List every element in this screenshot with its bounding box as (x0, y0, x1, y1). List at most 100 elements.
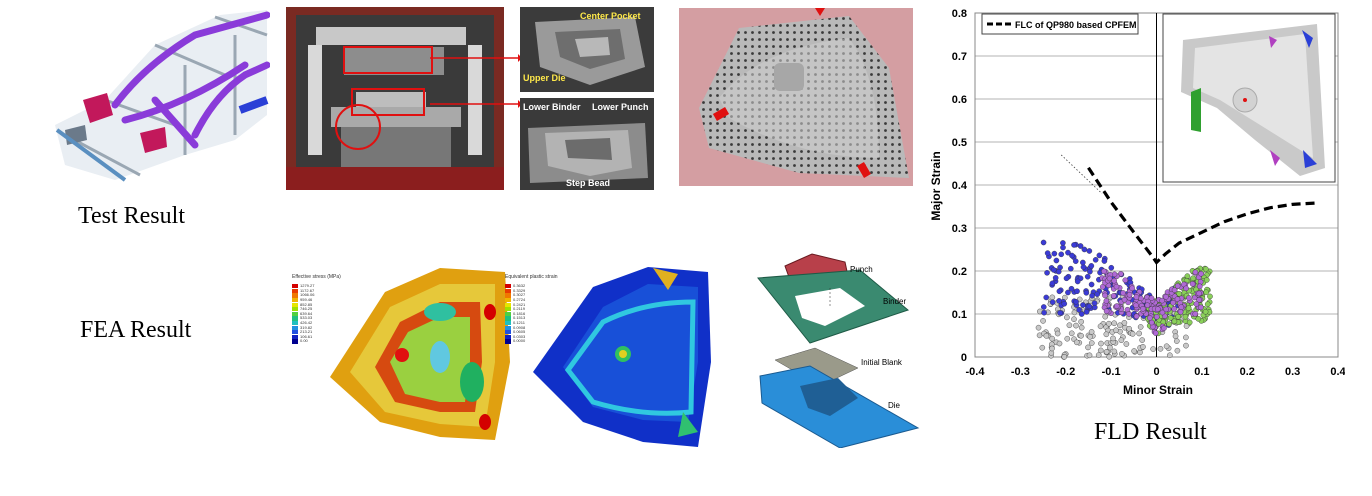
scatter-point (1074, 278, 1081, 285)
scatter-point (1157, 345, 1164, 352)
scatter-point (1129, 285, 1135, 292)
label-die: Die (888, 401, 901, 410)
scatter-point (1192, 269, 1199, 276)
scatter-point (1068, 330, 1075, 337)
scatter-point (1053, 257, 1060, 264)
scatter-point (1103, 349, 1110, 355)
scatter-point (1063, 275, 1070, 282)
scatter-point (1076, 306, 1082, 313)
y-tick-label: 0.1 (952, 309, 967, 321)
scatter-point (1088, 340, 1095, 346)
scatter-point (1198, 270, 1204, 277)
scatter-point (1110, 293, 1117, 299)
scatter-point (1167, 352, 1173, 359)
scatter-point (1091, 300, 1098, 306)
scatter-point (1140, 344, 1146, 350)
scatter-point (1096, 252, 1103, 259)
scatter-point (1078, 318, 1084, 325)
scatter-point (1203, 289, 1210, 296)
scatter-point (1040, 318, 1046, 324)
label-step-bead: Step Bead (566, 178, 611, 188)
scatter-point (1129, 331, 1136, 337)
scatter-point (1051, 250, 1058, 257)
scatter-point (1064, 314, 1070, 321)
scatter-point (1113, 327, 1119, 334)
scatter-point (1040, 239, 1047, 246)
scatter-point (1095, 352, 1102, 358)
scatter-point (1174, 347, 1181, 354)
scatter-point (1170, 299, 1176, 306)
scatter-point (1040, 304, 1047, 310)
strain-contour-panel: Equivalent plastic strain 0.3632 0.3329 0.… (503, 262, 718, 452)
scatter-point (1050, 267, 1057, 273)
scatter-point (1203, 277, 1210, 283)
scatter-point (1133, 302, 1139, 309)
scatter-point (1103, 298, 1110, 304)
label-initial-blank: Initial Blank (861, 358, 902, 367)
x-tick-label: -0.3 (1011, 366, 1030, 378)
scatter-point (1056, 340, 1063, 347)
scatter-point (1121, 296, 1128, 303)
scatter-point (1102, 292, 1108, 299)
scatter-point (1106, 320, 1112, 327)
scatter-point (1137, 324, 1144, 330)
scatter-point (1122, 277, 1129, 283)
scatter-point (1035, 324, 1042, 331)
scatter-point (1065, 249, 1071, 256)
scatter-point (1123, 341, 1130, 347)
scatter-point (1190, 275, 1196, 282)
scatter-point (1144, 302, 1151, 309)
scatter-point (1131, 348, 1137, 354)
scatter-point (1056, 298, 1062, 304)
x-tick-label: 0.3 (1285, 366, 1300, 378)
tooling-exploded-view: Punch Binder Initial Blank Die (740, 248, 920, 448)
scatter-point (1140, 306, 1146, 312)
scatter-point (1056, 288, 1063, 295)
scatter-point (1094, 291, 1101, 297)
scatter-point (1171, 306, 1177, 312)
x-tick-label: -0.1 (1102, 366, 1121, 378)
y-tick-label: 0.2 (952, 266, 967, 278)
scatter-point (1204, 301, 1211, 307)
scatter-point (1126, 291, 1133, 298)
scatter-point (1107, 344, 1113, 351)
scatter-point (1150, 346, 1156, 352)
scatter-point (1060, 240, 1066, 246)
scatter-point (1044, 269, 1050, 276)
scatter-point (1088, 329, 1095, 335)
scatter-point (1182, 313, 1189, 320)
scatter-point (1159, 309, 1166, 316)
scatter-point (1113, 283, 1120, 290)
upper-die-photo: Center Pocket Upper Die (520, 7, 654, 92)
connector-arrows (430, 54, 522, 108)
scatter-point (1139, 337, 1145, 343)
scatter-point (1074, 288, 1080, 295)
y-tick-label: 0 (961, 352, 967, 364)
scatter-point (1175, 313, 1181, 320)
scatter-point (1103, 331, 1110, 338)
scatter-point (1155, 306, 1161, 312)
scatter-point (1186, 319, 1193, 326)
scatter-point (1049, 299, 1056, 305)
scatter-point (1067, 265, 1074, 272)
scatter-point (1097, 323, 1104, 330)
scatter-point (1126, 311, 1132, 317)
scatter-point (1071, 309, 1078, 316)
scatter-point (1111, 277, 1118, 284)
scatter-point (1044, 250, 1051, 256)
scatter-point (1080, 264, 1087, 270)
x-axis-label: Minor Strain (1123, 383, 1193, 397)
label-center-pocket: Center Pocket (580, 11, 641, 21)
scatter-point (1055, 268, 1062, 275)
scatter-point (1192, 311, 1199, 317)
scatter-point (1177, 309, 1184, 315)
scatter-point (1083, 309, 1090, 315)
scatter-point (1133, 294, 1140, 300)
y-tick-label: 0.3 (952, 223, 967, 235)
scatter-point (1196, 283, 1203, 290)
scatter-point (1196, 290, 1202, 297)
fld-chart: 0 0.1 0.2 0.3 0.4 0.5 0.6 0.7 0.8 -0.4 -0.3 -0.2 -0… (925, 0, 1345, 400)
x-tick-label: 0.1 (1194, 366, 1209, 378)
y-tick-label: 0.5 (952, 137, 967, 149)
scatter-point (1092, 257, 1099, 263)
